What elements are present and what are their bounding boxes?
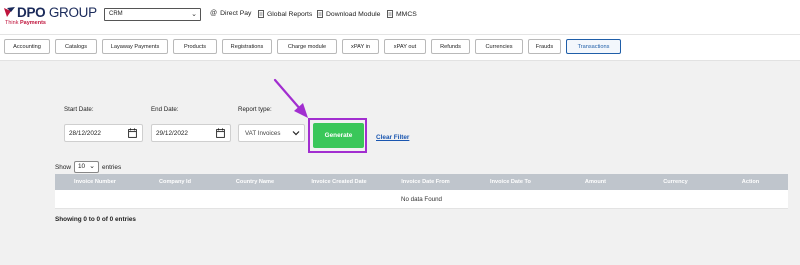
column-header[interactable]: Company Id bbox=[135, 174, 215, 190]
chevron-down-icon: ⌄ bbox=[89, 163, 95, 170]
chevron-down-icon: ⌄ bbox=[191, 11, 197, 18]
main-content: Start Date: 28/12/2022 End Date: 29/12/2… bbox=[0, 60, 800, 265]
calendar-icon[interactable] bbox=[128, 128, 137, 138]
tab-layaway-payments[interactable]: Layaway Payments bbox=[102, 39, 168, 54]
nav-global-reports[interactable]: Global Reports bbox=[258, 10, 312, 18]
column-header[interactable]: Amount bbox=[553, 174, 638, 190]
show-label: Show bbox=[55, 163, 71, 171]
tab-catalogs[interactable]: Catalogs bbox=[55, 39, 97, 54]
tab-charge-module[interactable]: Charge module bbox=[277, 39, 337, 54]
start-date-label: Start Date: bbox=[64, 106, 94, 113]
tab-registrations[interactable]: Registrations bbox=[222, 39, 272, 54]
nav-direct-pay-label: Direct Pay bbox=[220, 10, 252, 17]
page-size-value: 10 bbox=[78, 163, 86, 170]
empty-message: No data Found bbox=[401, 195, 442, 203]
document-icon bbox=[258, 10, 264, 18]
transactions-table: Invoice Number Company Id Country Name I… bbox=[55, 174, 788, 209]
tab-xpay-out[interactable]: xPAY out bbox=[384, 39, 426, 54]
nav-download-module-label: Download Module bbox=[326, 10, 381, 18]
nav-global-reports-label: Global Reports bbox=[267, 10, 313, 18]
dpo-bird-icon bbox=[4, 7, 15, 17]
calendar-icon[interactable] bbox=[216, 128, 225, 138]
empty-table-row: No data Found bbox=[55, 190, 788, 209]
tab-currencies[interactable]: Currencies bbox=[475, 39, 523, 54]
page-size-select[interactable]: 10 ⌄ bbox=[74, 161, 99, 173]
column-header[interactable]: Country Name bbox=[215, 174, 295, 190]
crm-select-value: CRM bbox=[109, 11, 123, 17]
nav-mmcs[interactable]: MMCS bbox=[387, 10, 417, 18]
at-icon: @ bbox=[210, 10, 218, 17]
start-date-input[interactable]: 28/12/2022 bbox=[64, 124, 143, 142]
module-tabs: Accounting Catalogs Layaway Payments Pro… bbox=[0, 34, 800, 60]
end-date-input[interactable]: 29/12/2022 bbox=[151, 124, 231, 142]
end-date-value: 29/12/2022 bbox=[156, 130, 188, 137]
column-header[interactable]: Action bbox=[713, 174, 788, 190]
start-date-value: 28/12/2022 bbox=[69, 130, 101, 137]
column-header[interactable]: Currency bbox=[638, 174, 713, 190]
report-type-select[interactable]: VAT Invoices bbox=[238, 124, 305, 142]
end-date-label: End Date: bbox=[151, 106, 179, 113]
crm-select[interactable]: CRM ⌄ bbox=[104, 8, 201, 21]
table-info: Showing 0 to 0 of 0 entries bbox=[55, 216, 136, 223]
generate-button[interactable]: Generate bbox=[313, 123, 364, 148]
dpo-group-logo[interactable]: DPO GROUP Think Payments bbox=[4, 4, 97, 28]
tab-accounting[interactable]: Accounting bbox=[4, 39, 50, 54]
nav-mmcs-label: MMCS bbox=[396, 10, 417, 18]
document-icon bbox=[317, 10, 323, 18]
report-type-label: Report type: bbox=[238, 106, 272, 113]
column-header[interactable]: Invoice Number bbox=[55, 174, 135, 190]
report-type-value: VAT Invoices bbox=[245, 130, 281, 137]
clear-filter-link[interactable]: Clear Filter bbox=[376, 134, 409, 141]
tab-transactions[interactable]: Transactions bbox=[566, 39, 621, 54]
entries-label: entries bbox=[102, 163, 122, 171]
tab-refunds[interactable]: Refunds bbox=[431, 39, 470, 54]
table-header-row: Invoice Number Company Id Country Name I… bbox=[55, 174, 788, 190]
top-header: DPO GROUP Think Payments CRM ⌄ @ Direct … bbox=[0, 0, 800, 32]
column-header[interactable]: Invoice Date To bbox=[468, 174, 553, 190]
nav-direct-pay[interactable]: @ Direct Pay bbox=[210, 10, 251, 17]
document-icon bbox=[387, 10, 393, 18]
logo-tagline: Think Payments bbox=[5, 20, 46, 26]
chevron-down-icon bbox=[292, 131, 300, 136]
tab-frauds[interactable]: Frauds bbox=[528, 39, 561, 54]
tab-xpay-in[interactable]: xPAY in bbox=[342, 39, 379, 54]
tab-products[interactable]: Products bbox=[173, 39, 217, 54]
logo-brand: DPO GROUP bbox=[17, 5, 97, 20]
column-header[interactable]: Invoice Created Date bbox=[295, 174, 383, 190]
nav-download-module[interactable]: Download Module bbox=[317, 10, 380, 18]
page-size-control: Show 10 ⌄ entries bbox=[55, 161, 121, 173]
column-header[interactable]: Invoice Date From bbox=[383, 174, 468, 190]
generate-highlight-box: Generate bbox=[308, 118, 367, 153]
